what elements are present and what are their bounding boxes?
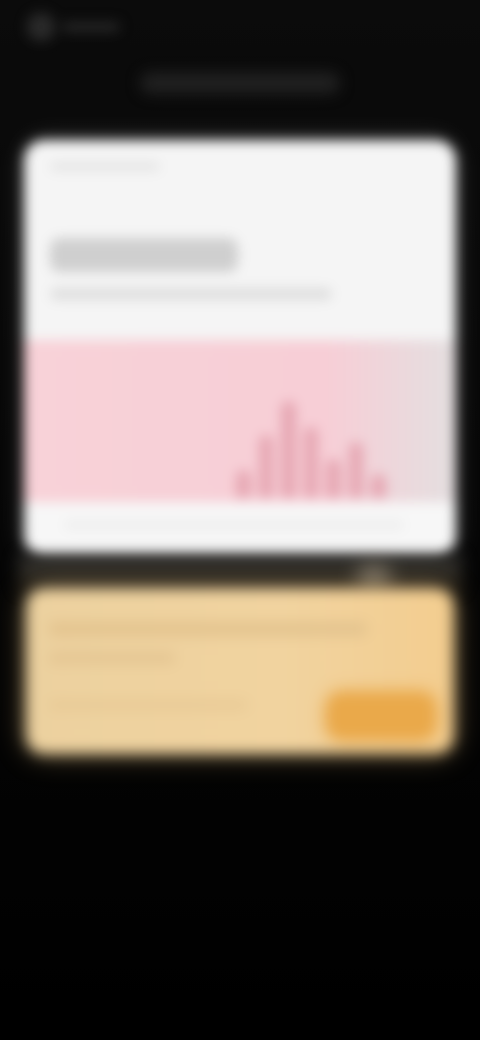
mini-chart-bar: [348, 441, 364, 498]
card-gap-shade: [18, 556, 462, 590]
mini-chart-bar: [258, 435, 274, 498]
offer-card-title-placeholder: [48, 622, 368, 636]
app-logo-icon: [28, 14, 54, 40]
screen: [0, 0, 480, 1040]
preview-card-mini-chart: [236, 390, 386, 498]
mini-chart-bar: [326, 459, 341, 498]
header-title-placeholder: [140, 72, 340, 94]
preview-card-subtitle-placeholder: [50, 288, 332, 300]
preview-card-caption-placeholder: [50, 162, 160, 171]
preview-card-footer-text-placeholder: [64, 520, 404, 530]
offer-card-subtitle-placeholder: [48, 652, 176, 664]
top-bar: [0, 0, 480, 120]
mini-chart-bar: [371, 474, 386, 498]
offer-card[interactable]: [26, 588, 454, 754]
offer-card-note-placeholder: [48, 700, 248, 710]
app-logo[interactable]: [28, 10, 128, 44]
mini-chart-bar: [281, 400, 296, 498]
mini-chart-bar: [236, 469, 251, 498]
mini-chart-bar: [303, 426, 319, 498]
app-name-placeholder: [62, 22, 120, 32]
preview-card-heading-placeholder: [50, 238, 238, 272]
offer-cta-button[interactable]: [326, 692, 436, 740]
preview-card-footer: [24, 502, 456, 556]
card-gap-glint: [356, 564, 392, 590]
preview-card[interactable]: [24, 140, 456, 556]
